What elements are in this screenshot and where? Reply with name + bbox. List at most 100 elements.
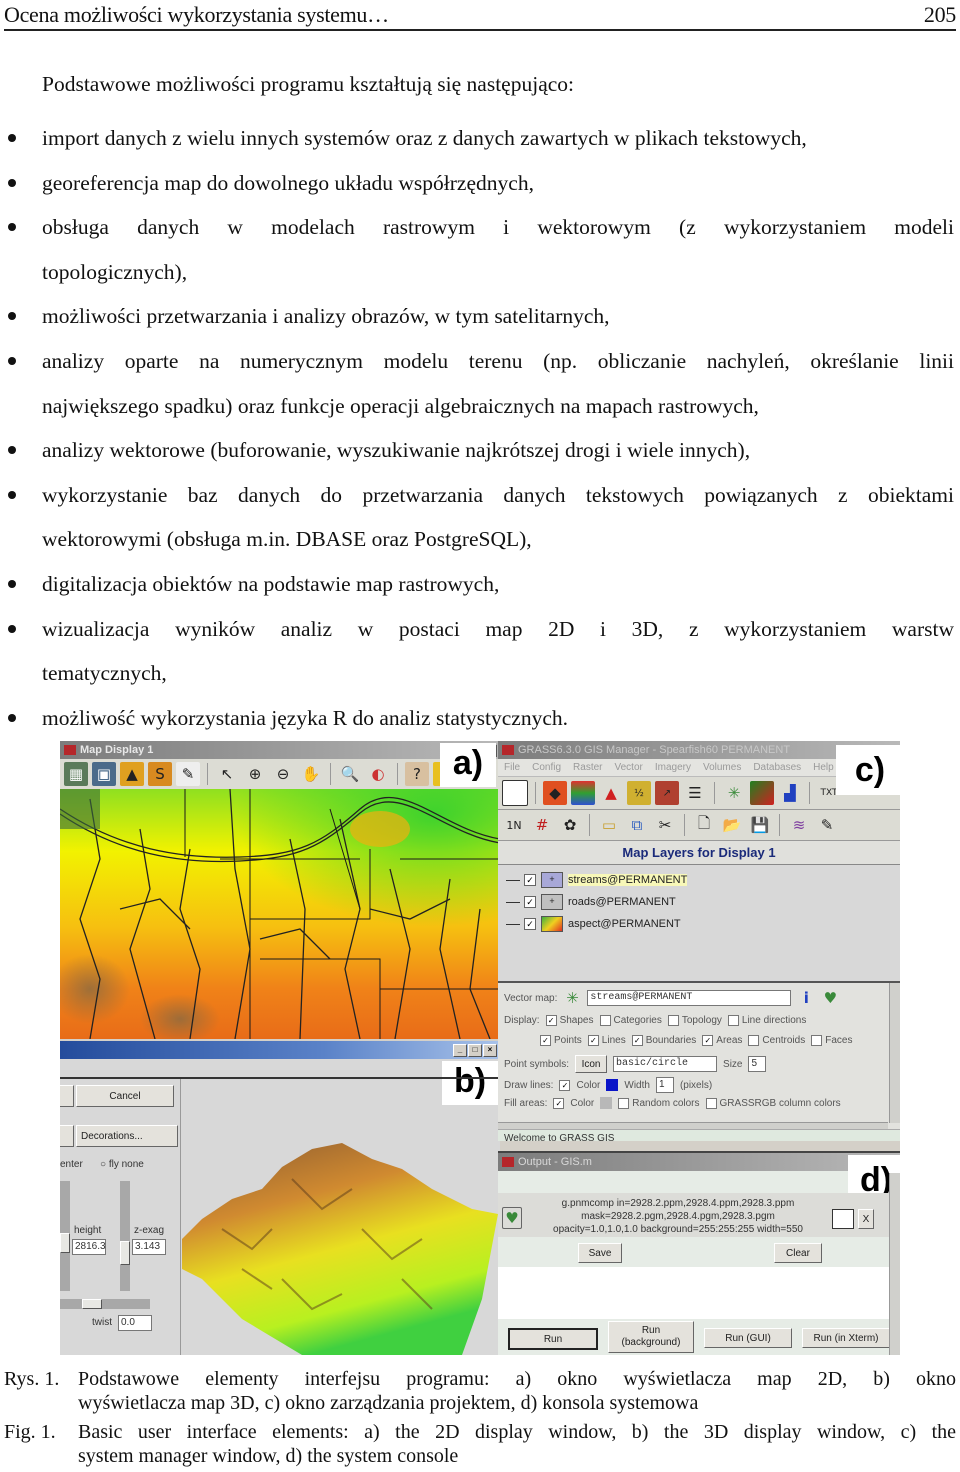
minimize-button[interactable]: _ (453, 1043, 467, 1057)
line-directions-checkbox[interactable]: Line directions (727, 1015, 806, 1026)
new-file-icon[interactable]: 🗋 (692, 813, 716, 837)
erase-icon[interactable]: ✎ (176, 762, 200, 786)
add-chart-icon[interactable]: ▟ (778, 781, 802, 805)
random-colors-checkbox[interactable]: Random colors (618, 1097, 700, 1109)
centroids-checkbox[interactable]: Centroids (748, 1035, 805, 1046)
select-vector-icon[interactable]: ✳ (563, 989, 581, 1007)
layer-checkbox[interactable]: ✓ (524, 874, 536, 886)
twist-input[interactable]: 0.0 (118, 1315, 152, 1331)
redraw-icon[interactable]: ▣ (92, 762, 116, 786)
add-vector-icon[interactable]: ✳ (722, 781, 746, 805)
shapes-checkbox[interactable]: ✓ Shapes (545, 1015, 594, 1026)
layer-row[interactable]: ✓ + streams@PERMANENT (506, 869, 900, 891)
grid-icon[interactable]: # (530, 813, 554, 837)
new-display-icon[interactable] (502, 780, 528, 806)
fill-color-swatch[interactable] (600, 1097, 613, 1109)
close-command-button[interactable]: X (858, 1209, 874, 1229)
menu-file[interactable]: File (504, 762, 520, 773)
boundaries-checkbox[interactable]: ✓ Boundaries (631, 1035, 696, 1046)
add-thematic-icon[interactable] (750, 781, 774, 805)
map-canvas[interactable] (60, 789, 500, 1039)
areas-checkbox[interactable]: ✓ Areas (702, 1035, 742, 1046)
menu-imagery[interactable]: Imagery (655, 762, 691, 773)
fly-radio[interactable]: ○ fly none (100, 1159, 144, 1170)
height-input[interactable]: 2816.3 (72, 1239, 106, 1255)
zexag-input[interactable]: 3.143 (132, 1239, 166, 1255)
open-file-icon[interactable]: 📂 (720, 813, 744, 837)
save-button[interactable]: Save (578, 1243, 622, 1263)
icon-button[interactable]: Icon (575, 1055, 608, 1073)
grass-run-icon[interactable]: ♥ (502, 1207, 522, 1229)
zoom-back-icon[interactable]: 🔍 (338, 762, 362, 786)
fill-areas-checkbox[interactable]: ✓ (553, 1097, 565, 1109)
menu-config[interactable]: Config (532, 762, 561, 773)
line-color-swatch[interactable] (606, 1079, 619, 1091)
zexag-slider-thumb[interactable] (120, 1241, 130, 1265)
zexag-slider[interactable] (120, 1181, 130, 1291)
menu-vector[interactable]: Vector (614, 762, 642, 773)
layer-row[interactable]: ✓ aspect@PERMANENT (506, 913, 900, 935)
run-background-button[interactable]: Run (background) (608, 1321, 694, 1353)
twist-slider[interactable] (60, 1299, 150, 1309)
faces-checkbox[interactable]: Faces (811, 1035, 852, 1046)
layer-checkbox[interactable]: ✓ (524, 896, 536, 908)
categories-checkbox[interactable]: Categories (599, 1015, 662, 1026)
width-spinner[interactable]: 1 (655, 1077, 674, 1093)
draw-lines-checkbox[interactable]: ✓ (559, 1079, 571, 1091)
run-xterm-button[interactable]: Run (in Xterm) (802, 1328, 890, 1348)
output-text-area[interactable] (498, 1267, 890, 1319)
add-legend-icon[interactable]: ½ (627, 781, 651, 805)
add-histogram-icon[interactable]: ▲ (599, 781, 623, 805)
new-window-icon[interactable] (832, 1209, 854, 1229)
info-icon[interactable]: i (797, 989, 815, 1007)
add-raster-icon[interactable]: ▲ (120, 762, 144, 786)
lines-checkbox[interactable]: ✓ Lines (587, 1035, 626, 1046)
symbol-input[interactable]: basic/circle (613, 1056, 718, 1072)
add-rgb-icon[interactable] (571, 781, 595, 805)
add-group-icon[interactable]: ▭ (597, 813, 621, 837)
vertical-scrollbar[interactable] (889, 1173, 900, 1355)
add-raster-icon[interactable]: ◆ (543, 781, 567, 805)
run-gui-button[interactable]: Run (GUI) (704, 1328, 792, 1348)
north-arrow-icon[interactable]: 1N (502, 813, 526, 837)
digitize-icon[interactable]: ✎ (815, 813, 839, 837)
duplicate-icon[interactable]: ⧉ (625, 813, 649, 837)
help-icon[interactable]: ♥ (821, 989, 839, 1007)
menu-volumes[interactable]: Volumes (703, 762, 741, 773)
zoom-in-icon[interactable]: ⊕ (243, 762, 267, 786)
menu-databases[interactable]: Databases (753, 762, 801, 773)
points-checkbox[interactable]: ✓ Points (540, 1035, 582, 1046)
settings-icon[interactable]: ✿ (558, 813, 582, 837)
twist-slider-thumb[interactable] (82, 1299, 102, 1309)
run-button[interactable]: Run (508, 1328, 598, 1350)
position-slider-thumb[interactable] (60, 1233, 70, 1253)
3d-terrain-canvas[interactable] (182, 1079, 498, 1355)
topology-checkbox[interactable]: Topology (667, 1015, 722, 1026)
zoom-out-icon[interactable]: ⊖ (271, 762, 295, 786)
menu-button[interactable] (60, 1125, 74, 1147)
ok-button[interactable] (60, 1085, 74, 1107)
grassrgb-checkbox[interactable]: GRASSRGB column colors (705, 1097, 841, 1109)
query-icon[interactable]: ? (405, 762, 429, 786)
layers-icon[interactable]: ≋ (787, 813, 811, 837)
layer-row[interactable]: ✓ + roads@PERMANENT (506, 891, 900, 913)
pointer-icon[interactable]: ↖ (215, 762, 239, 786)
add-arrows-icon[interactable]: ↗ (655, 781, 679, 805)
size-spinner[interactable]: 5 (748, 1056, 767, 1072)
cancel-button[interactable]: Cancel (76, 1085, 174, 1107)
menu-help[interactable]: Help (813, 762, 834, 773)
vertical-scrollbar[interactable] (889, 983, 900, 1123)
decorations-button[interactable]: Decorations... (76, 1125, 178, 1147)
cut-icon[interactable]: ✂ (653, 813, 677, 837)
layer-checkbox[interactable]: ✓ (524, 918, 536, 930)
add-vector-icon[interactable]: S (148, 762, 172, 786)
pan-icon[interactable]: ✋ (299, 762, 323, 786)
close-button[interactable]: × (483, 1043, 497, 1057)
add-labels-icon[interactable]: ☰ (683, 781, 707, 805)
clear-button[interactable]: Clear (774, 1243, 822, 1263)
save-file-icon[interactable]: 💾 (748, 813, 772, 837)
menu-raster[interactable]: Raster (573, 762, 602, 773)
display-map-icon[interactable]: ▦ (64, 762, 88, 786)
vector-map-input[interactable]: streams@PERMANENT (587, 990, 792, 1006)
zoom-region-icon[interactable]: ◐ (366, 762, 390, 786)
